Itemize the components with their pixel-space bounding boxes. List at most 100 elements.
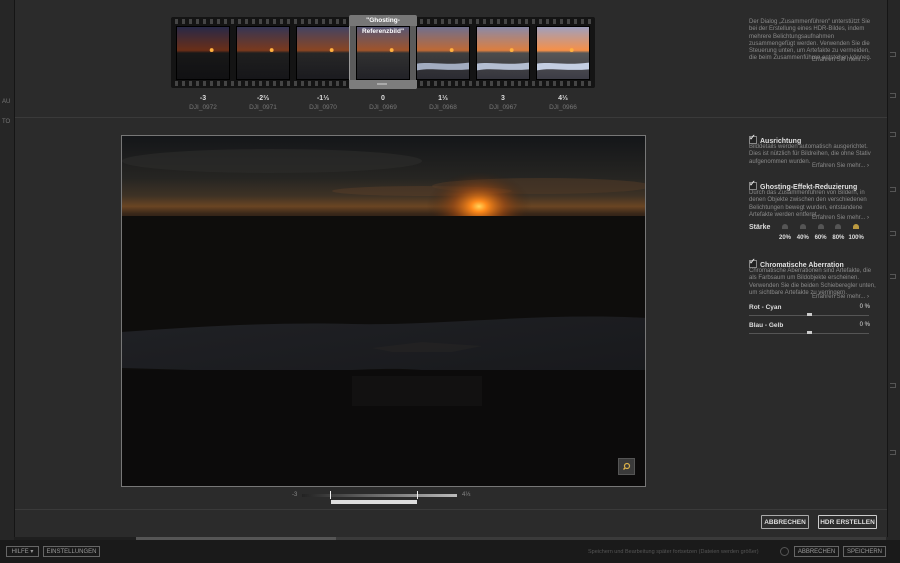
exposure-thumbnail[interactable] — [416, 26, 470, 80]
thumbnail-image — [536, 26, 590, 80]
thumbnail-image — [176, 26, 230, 80]
arrow-right-icon: › — [867, 163, 869, 169]
ev-value: 0 — [381, 95, 385, 102]
ghost-strength-icon[interactable] — [817, 224, 824, 229]
ev-value: 1⅓ — [438, 95, 448, 102]
ev-value: 3 — [501, 95, 505, 102]
ev-value: -2⅔ — [256, 95, 270, 102]
blue-yellow-value: 0 % — [859, 322, 870, 328]
thumbnail-image — [476, 26, 530, 80]
ev-value: 4⅓ — [558, 95, 568, 102]
app-bottom-bar — [0, 540, 900, 563]
exposure-thumbnail[interactable] — [176, 26, 230, 80]
save-hint-text: Speichern und Bearbeitung später fortset… — [588, 549, 759, 555]
zoom-button[interactable] — [618, 458, 635, 475]
checkbox-icon[interactable] — [749, 257, 757, 268]
red-cyan-value: 0 % — [859, 304, 870, 310]
panel-tick-icon — [890, 450, 896, 455]
grip-icon — [377, 83, 387, 85]
left-panel-label: AU — [2, 99, 11, 105]
ghost-strength-icon[interactable] — [799, 224, 806, 229]
ghosting-reference-label: "Ghosting-Referenzbild" — [349, 15, 417, 35]
thumbnail-image — [236, 26, 290, 80]
learn-more-label: Erfahren Sie mehr... — [811, 163, 866, 169]
exposure-label: -2⅔ DJI_0971 — [233, 95, 293, 112]
footer-divider — [15, 509, 887, 510]
file-name: DJI_0968 — [429, 104, 457, 111]
chevron-down-icon: ▾ — [30, 549, 34, 555]
learn-more-label: Erfahren Sie mehr... — [811, 57, 866, 63]
settings-button[interactable]: EINSTELLUNGEN — [43, 546, 100, 557]
ev-value: -1⅓ — [316, 95, 330, 102]
red-cyan-label: Rot - Cyan — [749, 304, 782, 311]
thumbnail-image — [416, 26, 470, 80]
strength-label: Stärke — [749, 224, 771, 231]
arrow-right-icon: › — [867, 57, 869, 63]
create-hdr-button[interactable]: HDR ERSTELLEN — [818, 515, 877, 529]
panel-tick-icon — [890, 187, 896, 192]
cancel-button[interactable]: ABBRECHEN — [761, 515, 809, 529]
exposure-label: 1⅓ DJI_0968 — [413, 95, 473, 112]
file-name: DJI_0971 — [249, 104, 277, 111]
panel-tick-icon — [890, 132, 896, 137]
selected-thumb-footer — [349, 80, 417, 89]
strength-option[interactable]: 100% — [846, 235, 866, 241]
hdr-merge-dialog: Der Dialog „Zusammenführen“ unterstützt … — [14, 0, 888, 537]
chromatic-help-text: Chromatische Aberrationen sind Artefakte… — [749, 268, 876, 296]
intro-learn-more-link[interactable]: Erfahren Sie mehr... › — [749, 57, 869, 63]
chromatic-learn-more-link[interactable]: Erfahren Sie mehr... › — [749, 294, 869, 300]
exposure-thumbnail[interactable] — [476, 26, 530, 80]
help-menu-button[interactable]: HILFE ▾ — [6, 546, 39, 557]
app-save-button[interactable]: SPEICHERN — [843, 546, 886, 557]
alignment-learn-more-link[interactable]: Erfahren Sie mehr... › — [749, 163, 869, 169]
learn-more-label: Erfahren Sie mehr... — [811, 215, 866, 221]
exposure-label: 3 DJI_0967 — [473, 95, 533, 112]
exposure-label: 4⅓ DJI_0966 — [533, 95, 593, 112]
background-right-panel — [886, 0, 900, 540]
ev-value: -3 — [199, 95, 207, 102]
exposure-thumbnail[interactable] — [296, 26, 350, 80]
ghost-strength-icon[interactable] — [835, 224, 842, 229]
file-name: DJI_0969 — [369, 104, 397, 111]
file-name: DJI_0966 — [549, 104, 577, 111]
exposure-label: -3 DJI_0972 — [173, 95, 233, 112]
ev-slider-min: -3 — [292, 492, 298, 498]
blue-yellow-slider-thumb[interactable] — [807, 331, 812, 334]
file-name: DJI_0972 — [189, 104, 217, 111]
background-left-panel: AU TO — [0, 0, 14, 540]
ghost-strength-icon[interactable] — [853, 224, 860, 229]
ghosting-learn-more-link[interactable]: Erfahren Sie mehr... › — [749, 215, 869, 221]
file-name: DJI_0967 — [489, 104, 517, 111]
exposure-label: -1⅓ DJI_0970 — [293, 95, 353, 112]
magnifier-icon — [623, 462, 631, 470]
ev-range-slider[interactable] — [302, 494, 457, 497]
file-name: DJI_0970 — [309, 104, 337, 111]
hdr-preview-image[interactable] — [121, 135, 646, 487]
panel-tick-icon — [890, 383, 896, 388]
save-hint-checkbox[interactable] — [780, 547, 789, 556]
exposure-thumbnail[interactable] — [536, 26, 590, 80]
ev-selected-range — [331, 500, 417, 504]
left-panel-label: TO — [2, 119, 11, 125]
ev-range-handle-right[interactable] — [417, 491, 418, 499]
red-cyan-slider-thumb[interactable] — [807, 313, 812, 316]
panel-tick-icon — [890, 52, 896, 57]
arrow-right-icon: › — [867, 215, 869, 221]
ev-slider-max: 4⅓ — [462, 492, 471, 498]
blue-yellow-label: Blau - Gelb — [749, 322, 784, 329]
exposure-thumbnail[interactable] — [236, 26, 290, 80]
sunset-landscape-image — [122, 136, 645, 486]
help-label: HILFE — [11, 549, 29, 555]
checkbox-icon[interactable] — [749, 179, 757, 190]
ghost-strength-icon[interactable] — [782, 224, 788, 229]
learn-more-label: Erfahren Sie mehr... — [811, 294, 866, 300]
exposure-label: 0 DJI_0969 — [353, 95, 413, 112]
panel-tick-icon — [890, 93, 896, 98]
filmstrip-divider — [15, 117, 887, 118]
thumbnail-image — [296, 26, 350, 80]
panel-tick-icon — [890, 231, 896, 236]
ev-range-handle-left[interactable] — [330, 491, 331, 499]
arrow-right-icon: › — [867, 294, 869, 300]
app-cancel-button[interactable]: ABBRECHEN — [794, 546, 839, 557]
checkbox-icon[interactable] — [749, 133, 757, 144]
